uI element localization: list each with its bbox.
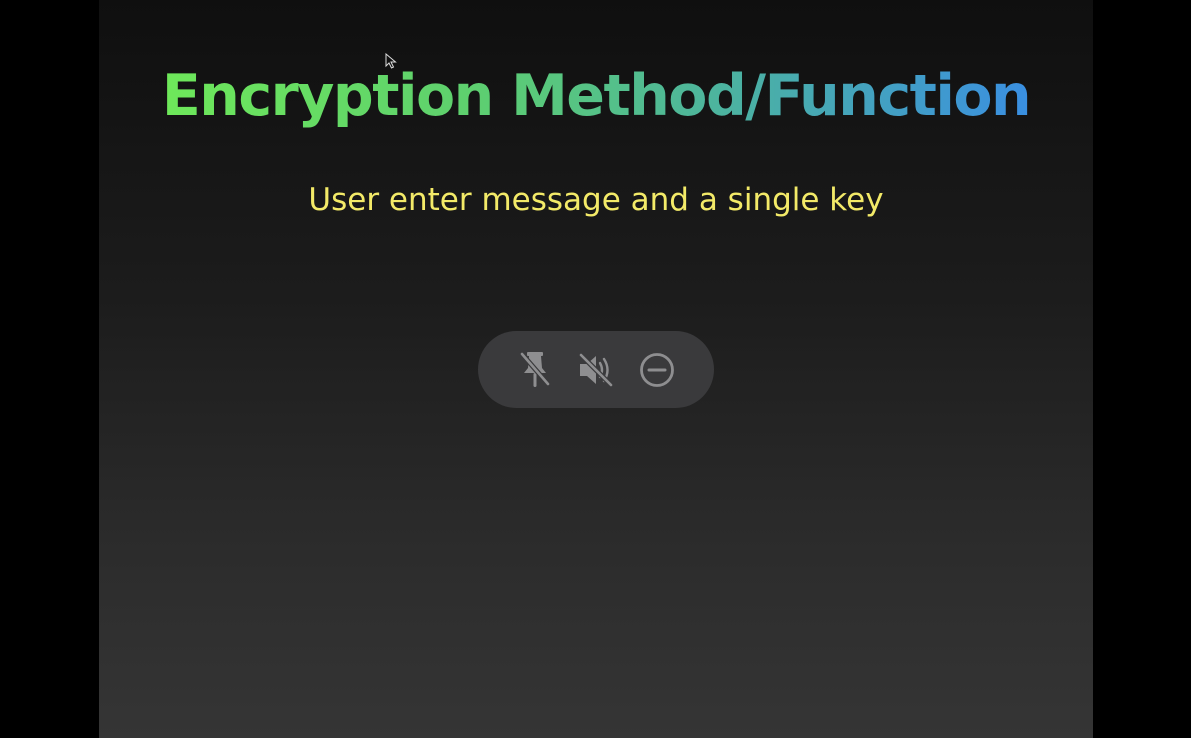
mute-icon	[578, 352, 614, 387]
floating-control-bar	[478, 331, 714, 408]
unpin-icon	[519, 351, 551, 387]
mouse-cursor-icon	[385, 53, 397, 69]
minus-circle-icon	[640, 352, 674, 387]
screen: Encryption Method/Function User enter me…	[0, 0, 1191, 738]
slide-subtitle: User enter message and a single key	[308, 182, 884, 218]
minus-circle-button[interactable]	[635, 348, 679, 392]
presentation-slide: Encryption Method/Function User enter me…	[99, 0, 1093, 738]
mute-button[interactable]	[574, 348, 618, 392]
slide-title: Encryption Method/Function	[161, 63, 1032, 129]
unpin-button[interactable]	[513, 348, 557, 392]
